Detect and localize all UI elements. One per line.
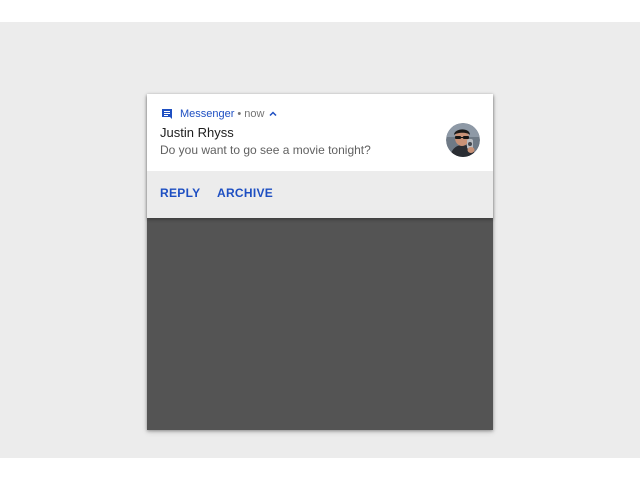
- message-app-icon: [162, 109, 172, 119]
- archive-button[interactable]: ARCHIVE: [217, 186, 273, 200]
- message-text: Do you want to go see a movie tonight?: [160, 143, 371, 157]
- sender-name: Justin Rhyss: [160, 125, 234, 140]
- notification-header: Messenger • now: [161, 106, 277, 122]
- timestamp: now: [244, 108, 265, 120]
- phone-screen: Messenger • now Justin Rhyss Do you want…: [147, 94, 493, 430]
- app-name: Messenger: [180, 108, 235, 120]
- notification-actions: REPLY ARCHIVE: [147, 171, 493, 218]
- chevron-up-icon[interactable]: [269, 110, 277, 118]
- reply-button[interactable]: REPLY: [160, 186, 200, 200]
- header-separator: •: [237, 108, 242, 120]
- contact-avatar: [446, 123, 480, 157]
- notification-card[interactable]: Messenger • now Justin Rhyss Do you want…: [147, 94, 493, 218]
- stage-background: Messenger • now Justin Rhyss Do you want…: [0, 22, 640, 458]
- notification-body[interactable]: Messenger • now Justin Rhyss Do you want…: [147, 94, 493, 171]
